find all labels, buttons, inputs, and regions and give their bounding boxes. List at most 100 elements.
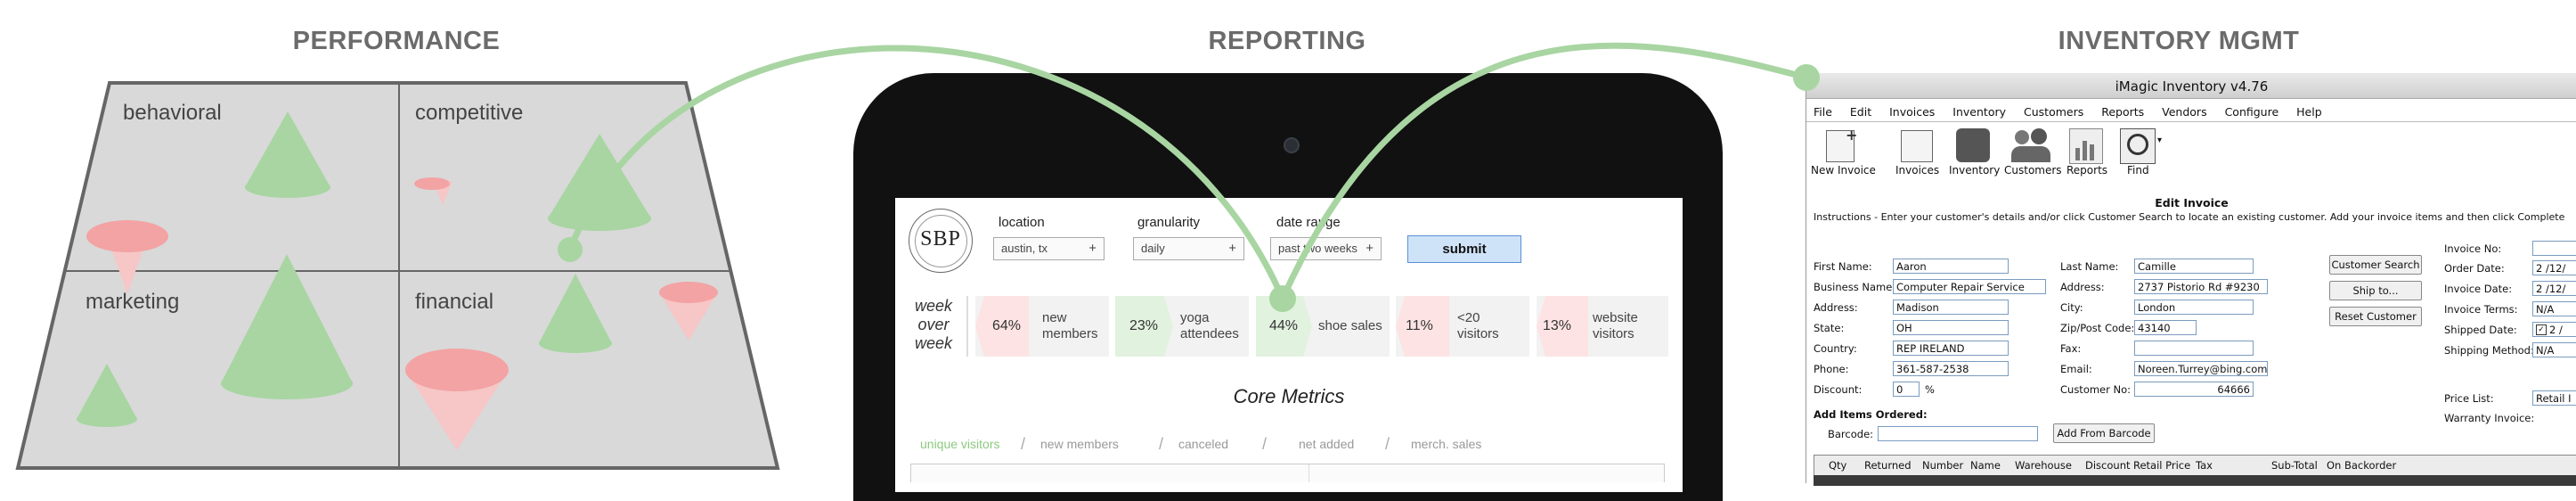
- grid-header-discount[interactable]: Discount: [2085, 459, 2131, 472]
- find-dropdown-icon[interactable]: ▾: [2157, 136, 2162, 145]
- plus-icon: +: [1088, 241, 1096, 256]
- grid-header-returned[interactable]: Returned: [1864, 459, 1912, 472]
- zip-field[interactable]: 43140: [2134, 320, 2197, 335]
- label-last-name: Last Name:: [2060, 260, 2119, 273]
- customers-icon[interactable]: [2011, 128, 2050, 162]
- city-field[interactable]: London: [2134, 300, 2254, 315]
- quadrant-label-financial: financial: [415, 290, 494, 314]
- customer-search-button[interactable]: Customer Search: [2329, 255, 2422, 275]
- label-warranty-invoice: Warranty Invoice:: [2444, 412, 2535, 424]
- kpi-value-yoga-attendees: 23%: [1129, 318, 1159, 333]
- find-icon[interactable]: [2120, 128, 2156, 164]
- toolbar-label-customers: Customers: [2004, 164, 2062, 177]
- add-from-barcode-button[interactable]: Add From Barcode: [2053, 423, 2155, 443]
- grid-header-warehouse[interactable]: Warehouse: [2015, 459, 2072, 472]
- menu-file[interactable]: File: [1814, 105, 1832, 119]
- label-city: City:: [2060, 301, 2083, 314]
- label-barcode: Barcode:: [1828, 428, 1874, 440]
- customer-no-field[interactable]: 64666: [2134, 382, 2254, 397]
- label-email: Email:: [2060, 363, 2092, 375]
- ship-to-button[interactable]: Ship to...: [2329, 281, 2422, 300]
- state-field[interactable]: OH: [1893, 320, 2009, 335]
- tab-net-added[interactable]: net added: [1299, 437, 1354, 451]
- label-address-2: Address:: [2060, 281, 2105, 293]
- menu-configure[interactable]: Configure: [2225, 105, 2279, 119]
- last-name-field[interactable]: Camille: [2134, 259, 2254, 274]
- kpi-value-under-20-visitors: 11%: [1406, 318, 1433, 333]
- edit-invoice-title: Edit Invoice: [2155, 196, 2229, 209]
- new-invoice-button[interactable]: +: [1819, 127, 1862, 162]
- label-shipped-date: Shipped Date:: [2444, 324, 2517, 336]
- menu-help[interactable]: Help: [2296, 105, 2322, 119]
- filter-label-granularity: granularity: [1137, 215, 1201, 230]
- phone-field[interactable]: 361-587-2538: [1893, 361, 2009, 376]
- grid-header-number[interactable]: Number: [1922, 459, 1963, 472]
- menu-reports[interactable]: Reports: [2101, 105, 2144, 119]
- price-list-select[interactable]: Retail I: [2532, 390, 2576, 406]
- location-select[interactable]: austin, tx +: [993, 237, 1105, 260]
- first-name-field[interactable]: Aaron: [1893, 259, 2009, 274]
- toolbar-label-find: Find: [2127, 164, 2149, 177]
- discount-field[interactable]: 0: [1893, 382, 1920, 397]
- shipped-date-field[interactable]: ✓ 2 /: [2532, 322, 2576, 337]
- toolbar: + New Invoice Invoices Inventory Custome…: [1806, 125, 2576, 178]
- barcode-input[interactable]: [1878, 426, 2038, 441]
- filter-label-date-range: date range: [1276, 215, 1341, 230]
- toolbar-label-inventory: Inventory: [1949, 164, 2001, 177]
- invoices-icon[interactable]: [1901, 130, 1933, 162]
- inventory-title: INVENTORY MGMT: [2058, 27, 2300, 55]
- country-field[interactable]: REP IRELAND: [1893, 341, 2009, 356]
- grid-header-qty[interactable]: Qty: [1829, 459, 1846, 472]
- kpi-value-website-visitors: 13%: [1543, 318, 1572, 333]
- reports-icon[interactable]: [2069, 128, 2103, 164]
- grid-header-on-backorder[interactable]: On Backorder: [2327, 459, 2396, 472]
- label-discount: Discount:: [1814, 383, 1863, 396]
- wow-label: week over week: [914, 297, 953, 352]
- grid-header-sub-total[interactable]: Sub-Total: [2271, 459, 2318, 472]
- tab-new-members[interactable]: new members: [1040, 437, 1119, 451]
- kpi-label-new-members: new members: [1042, 310, 1098, 341]
- grid-header-retail-price[interactable]: Retail Price: [2133, 459, 2190, 472]
- menu-vendors[interactable]: Vendors: [2162, 105, 2206, 119]
- toolbar-label-invoices: Invoices: [1895, 164, 1940, 177]
- address-field[interactable]: Madison: [1893, 300, 2009, 315]
- menu-customers[interactable]: Customers: [2024, 105, 2083, 119]
- grid-header-name[interactable]: Name: [1970, 459, 2001, 472]
- invoice-date-field[interactable]: 2 /12/: [2532, 281, 2576, 296]
- shipping-method-field[interactable]: N/A: [2532, 342, 2576, 357]
- invoice-terms-field[interactable]: N/A: [2532, 301, 2576, 316]
- label-country: Country:: [1814, 342, 1857, 355]
- tab-separator: /: [1262, 435, 1268, 453]
- plus-icon: +: [1365, 241, 1374, 256]
- email-field[interactable]: Noreen.Turrey@bing.com: [2134, 361, 2268, 376]
- order-date-field[interactable]: 2 /12/: [2532, 260, 2576, 275]
- menu-invoices[interactable]: Invoices: [1889, 105, 1935, 119]
- label-invoice-date: Invoice Date:: [2444, 283, 2513, 295]
- tab-canceled[interactable]: canceled: [1178, 437, 1228, 451]
- menu-edit[interactable]: Edit: [1850, 105, 1871, 119]
- quadrant-label-marketing: marketing: [86, 290, 180, 314]
- tab-unique-visitors[interactable]: unique visitors: [920, 437, 1000, 451]
- menu-bar: File Edit Invoices Inventory Customers R…: [1814, 105, 2336, 119]
- toolbar-label-reports: Reports: [2067, 164, 2108, 177]
- business-name-field[interactable]: Computer Repair Service: [1893, 279, 2046, 294]
- window-title: iMagic Inventory v4.76: [2115, 78, 2269, 94]
- reset-customer-button[interactable]: Reset Customer: [2329, 307, 2422, 326]
- items-grid-selected-row[interactable]: [1814, 475, 2576, 486]
- granularity-select[interactable]: daily +: [1133, 237, 1244, 260]
- submit-button[interactable]: submit: [1407, 235, 1521, 263]
- label-order-date: Order Date:: [2444, 262, 2505, 275]
- invoice-no-field[interactable]: [2532, 241, 2576, 256]
- grid-header-tax[interactable]: Tax: [2196, 459, 2213, 472]
- shipped-checkbox[interactable]: ✓: [2536, 324, 2547, 335]
- toolbar-label-new-invoice: New Invoice: [1811, 164, 1876, 177]
- inventory-icon[interactable]: [1956, 128, 1990, 162]
- filter-label-location: location: [999, 215, 1045, 230]
- menu-inventory[interactable]: Inventory: [1952, 105, 2006, 119]
- kpi-label-yoga-attendees: yoga attendees: [1180, 310, 1239, 341]
- items-grid-header: Qty Returned Number Name Warehouse Disco…: [1814, 455, 2576, 476]
- address-2-field[interactable]: 2737 Pistorio Rd #9230: [2134, 279, 2268, 294]
- tab-merch-sales[interactable]: merch. sales: [1411, 437, 1481, 451]
- date-range-select[interactable]: past two weeks +: [1270, 237, 1382, 260]
- fax-field[interactable]: [2134, 341, 2254, 356]
